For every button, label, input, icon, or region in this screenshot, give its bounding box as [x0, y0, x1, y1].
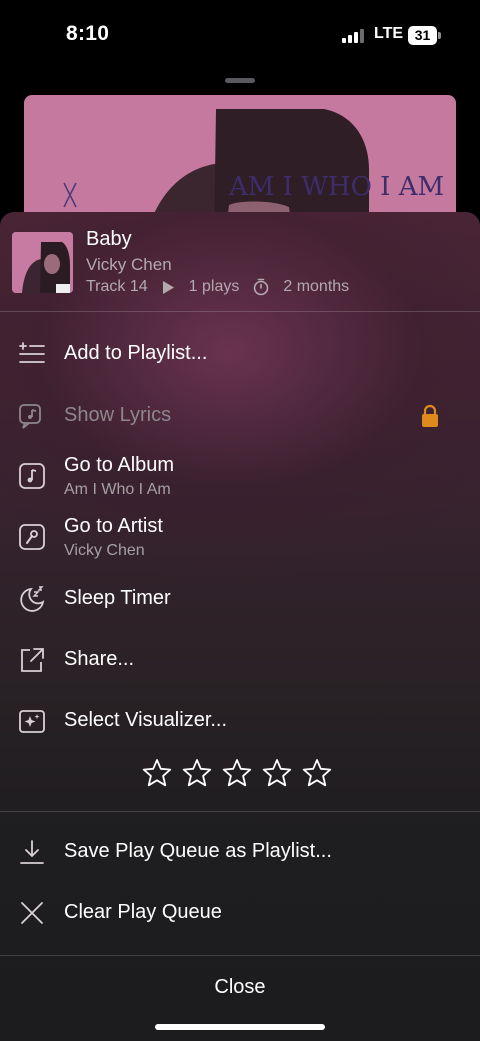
close-x-icon	[18, 899, 46, 927]
divider	[0, 811, 480, 812]
rating-stars	[142, 758, 332, 788]
clear-queue-item[interactable]: Clear Play Queue	[0, 885, 480, 941]
stopwatch-icon	[254, 278, 269, 296]
star-rating-2[interactable]	[182, 758, 212, 788]
clear-queue-label: Clear Play Queue	[64, 901, 222, 923]
select-visualizer-item[interactable]: Select Visualizer...	[0, 693, 480, 749]
sparkle-square-icon	[18, 707, 46, 735]
microphone-square-icon	[18, 523, 46, 551]
download-icon	[18, 838, 46, 866]
add-to-playlist-item[interactable]: Add to Playlist...	[0, 326, 480, 382]
select-visualizer-label: Select Visualizer...	[64, 709, 228, 731]
go-to-artist-item[interactable]: Go to Artist Vicky Chen	[0, 509, 480, 565]
moon-zzz-icon	[18, 585, 46, 613]
close-label: Close	[214, 976, 266, 998]
add-to-playlist-label: Add to Playlist...	[64, 342, 208, 364]
share-item[interactable]: Share...	[0, 632, 480, 688]
go-to-album-item[interactable]: Go to Album Am I Who I Am	[0, 448, 480, 504]
action-sheet: Baby Vicky Chen Track 14 1 plays 2 month…	[0, 212, 480, 1041]
show-lyrics-item[interactable]: Show Lyrics	[0, 388, 480, 444]
star-rating-5[interactable]	[302, 758, 332, 788]
battery-icon: 31	[408, 26, 437, 45]
sheet-grabber[interactable]	[225, 78, 255, 83]
sleep-timer-item[interactable]: Sleep Timer	[0, 571, 480, 627]
sleep-timer-label: Sleep Timer	[64, 587, 171, 609]
add-list-icon	[18, 340, 46, 368]
artist-name: Vicky Chen	[64, 542, 145, 559]
lock-icon	[420, 404, 440, 428]
star-rating-4[interactable]	[262, 758, 292, 788]
divider	[0, 311, 480, 312]
go-to-artist-label: Go to Artist	[64, 515, 163, 537]
play-icon	[162, 280, 174, 294]
save-queue-label: Save Play Queue as Playlist...	[64, 840, 332, 862]
share-label: Share...	[64, 648, 135, 670]
close-button[interactable]: Close	[0, 956, 480, 1016]
song-meta: Track 14 1 plays 2 months	[86, 278, 349, 296]
song-artist: Vicky Chen	[86, 255, 172, 274]
album-thumbnail	[12, 232, 73, 293]
go-to-album-label: Go to Album	[64, 454, 175, 476]
battery-level: 31	[414, 27, 431, 43]
play-count: 1 plays	[188, 278, 240, 295]
star-rating-1[interactable]	[142, 758, 172, 788]
status-bar: 8:10 LTE 31	[0, 0, 480, 70]
song-title: Baby	[86, 228, 132, 250]
show-lyrics-label: Show Lyrics	[64, 404, 172, 426]
music-note-square-icon	[18, 462, 46, 490]
track-number: Track 14	[86, 278, 148, 295]
network-type: LTE	[374, 25, 404, 42]
status-time: 8:10	[66, 22, 110, 45]
now-playing-header: Baby Vicky Chen Track 14 1 plays 2 month…	[0, 212, 480, 311]
share-icon	[18, 646, 46, 674]
album-art-lettering: AM I WHO I AM	[228, 172, 444, 202]
added-time: 2 months	[283, 278, 350, 295]
battery-tip	[438, 32, 441, 39]
album-name: Am I Who I Am	[64, 481, 171, 498]
star-rating-3[interactable]	[222, 758, 252, 788]
home-indicator[interactable]	[155, 1024, 325, 1030]
save-queue-item[interactable]: Save Play Queue as Playlist...	[0, 824, 480, 880]
lyrics-icon	[18, 402, 46, 430]
cellular-signal-icon	[342, 29, 366, 43]
